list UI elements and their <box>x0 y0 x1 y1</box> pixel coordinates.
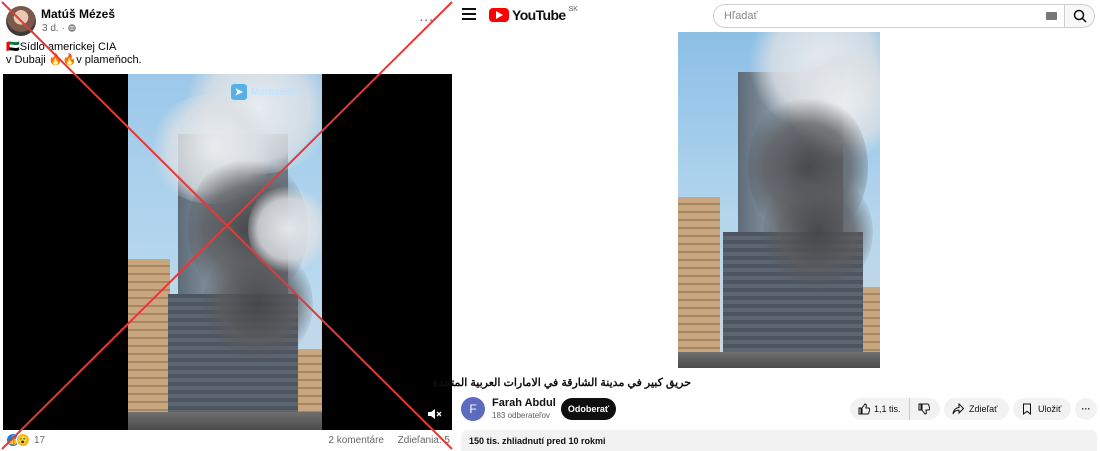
post-header: Matúš Mézeš 3 d. · ... <box>4 4 452 40</box>
country-code: SK <box>568 5 578 13</box>
reactions[interactable]: 👍 😮 17 <box>6 433 45 447</box>
post-text-line: v Dubaji 🔥🔥v plameňoch. <box>6 54 142 66</box>
post-footer: 👍 😮 17 2 komentáre Zdieľania: 5 <box>4 432 452 450</box>
video-title: حريق كبير في مدينة الشارقة في الامارات ا… <box>432 377 691 389</box>
post-text-line: 🇦🇪Sídlo americkej CIA <box>6 41 117 53</box>
telegram-icon: ➤ <box>231 84 247 100</box>
search-icon <box>1073 9 1087 23</box>
video-frame: ➤ MediaBBG <box>128 74 322 430</box>
video-watermark: ➤ MediaBBG <box>231 84 302 100</box>
reactions-count: 17 <box>34 434 46 446</box>
keyboard-icon[interactable] <box>1046 12 1057 20</box>
comparison-screenshot: Matúš Mézeš 3 d. · ... 🇦🇪Sídlo americkej… <box>0 0 1100 451</box>
hamburger-menu-icon[interactable] <box>462 8 476 22</box>
post-video[interactable]: ➤ MediaBBG <box>3 74 452 430</box>
channel-avatar[interactable]: F <box>461 397 485 421</box>
author-name[interactable]: Matúš Mézeš <box>41 7 115 21</box>
post-text: 🇦🇪Sídlo americkej CIA v Dubaji 🔥🔥v plame… <box>6 41 142 67</box>
search-button[interactable] <box>1065 4 1095 28</box>
search-input[interactable] <box>724 5 1024 27</box>
comments-link[interactable]: 2 komentáre <box>328 435 384 446</box>
youtube-play-icon <box>489 8 509 22</box>
save-button[interactable]: Uložiť <box>1013 398 1071 420</box>
subscribe-button[interactable]: Odoberať <box>561 398 616 420</box>
wow-reaction-icon: 😮 <box>16 433 30 447</box>
globe-icon <box>67 24 76 32</box>
dislike-button[interactable] <box>910 398 938 420</box>
youtube-logo-text: YouTube <box>512 7 566 23</box>
video-player[interactable] <box>678 32 880 368</box>
like-count: 1,1 tis. <box>874 404 901 414</box>
description-box[interactable]: 150 tis. zhliadnutí pred 10 rokmi <box>461 430 1097 451</box>
post-options-button[interactable]: ... <box>419 8 434 24</box>
more-actions-button[interactable]: ··· <box>1075 398 1097 420</box>
facebook-post: Matúš Mézeš 3 d. · ... 🇦🇪Sídlo americkej… <box>0 0 455 451</box>
subscriber-count: 183 odberateľov <box>492 411 550 420</box>
share-icon <box>952 403 964 415</box>
author-avatar[interactable] <box>6 6 36 36</box>
youtube-page: YouTube SK حريق كبير في مدينة الشارقة في… <box>432 0 1100 451</box>
views-and-date: 150 tis. zhliadnutí pred 10 rokmi <box>469 436 606 446</box>
like-button[interactable]: 1,1 tis. <box>850 398 910 420</box>
share-label: Zdieľať <box>969 404 998 414</box>
save-label: Uložiť <box>1038 404 1062 414</box>
post-time[interactable]: 3 d. · <box>42 23 68 34</box>
bookmark-icon <box>1023 403 1031 415</box>
watermark-text: MediaBBG <box>251 86 302 98</box>
youtube-logo[interactable]: YouTube SK <box>489 5 578 23</box>
like-dislike-group: 1,1 tis. <box>850 398 940 420</box>
thumbs-down-icon <box>918 403 930 415</box>
search-box <box>713 4 1065 28</box>
share-button[interactable]: Zdieľať <box>944 398 1009 420</box>
mute-icon[interactable] <box>426 406 442 422</box>
thumbs-up-icon <box>858 403 870 415</box>
channel-name[interactable]: Farah Abdul <box>492 397 556 409</box>
post-meta: 3 d. · <box>42 23 76 34</box>
shares-link[interactable]: Zdieľania: 5 <box>398 435 450 446</box>
